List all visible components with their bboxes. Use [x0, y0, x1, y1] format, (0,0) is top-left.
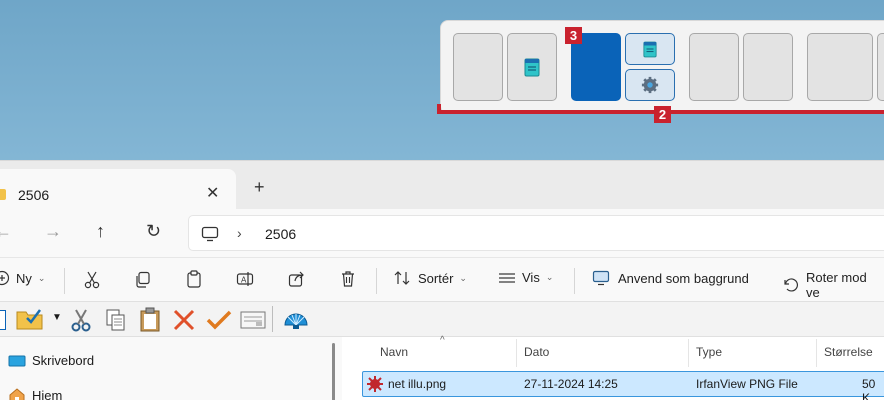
new-label: Ny	[16, 270, 32, 286]
divider	[574, 268, 575, 294]
chevron-down-icon: ⌄	[37, 272, 46, 283]
file-size: 50 K	[862, 377, 876, 400]
file-name: net illu.png	[388, 377, 447, 391]
share-icon[interactable]	[288, 270, 306, 288]
column-header-size[interactable]: Størrelse	[824, 345, 873, 359]
chevron-down-icon: ⌄	[545, 272, 554, 282]
delete-icon[interactable]	[340, 270, 356, 288]
snap-tile-quarter-b[interactable]	[877, 33, 884, 101]
column-header-name[interactable]: Navn	[380, 345, 408, 359]
rotate-left-icon	[784, 278, 799, 292]
callout-badge-2: 2	[654, 106, 671, 123]
snap-tile-settings-bottom[interactable]	[625, 69, 675, 101]
snap-tile-left-half[interactable]	[453, 33, 503, 101]
up-button[interactable]: ↑	[96, 221, 105, 242]
breadcrumb-folder[interactable]: 2506	[265, 226, 296, 242]
toolbar-edge	[0, 310, 6, 330]
wallpaper-icon	[592, 270, 610, 286]
tab-title: 2506	[18, 187, 50, 203]
dropdown-arrow-icon[interactable]: ▼	[52, 312, 62, 323]
snap-tile-third-a[interactable]	[689, 33, 739, 101]
snap-tile-notepad-top[interactable]	[625, 33, 675, 65]
forward-button[interactable]: →	[44, 221, 62, 242]
callout-bar-tick	[437, 104, 441, 114]
set-background-label: Anvend som baggrund	[618, 270, 749, 286]
sidebar-scrollbar[interactable]	[332, 343, 335, 400]
copy-icon[interactable]	[135, 271, 151, 289]
back-button[interactable]: ←	[0, 221, 12, 242]
chevron-down-icon: ⌄	[459, 272, 467, 283]
command-bar: Ny ⌄ A Sortér ⌄ Vis ⌄ Anvend som baggrun…	[0, 257, 884, 301]
irfanview-file-icon	[367, 376, 383, 392]
home-icon	[9, 388, 25, 400]
sidebar-item-desktop[interactable]: Skrivebord	[8, 353, 94, 368]
rotate-button[interactable]: Roter mod ve	[782, 270, 884, 300]
sort-label: Sortér	[418, 270, 454, 286]
gear-icon	[641, 76, 659, 94]
rotate-label: Roter mod ve	[805, 270, 867, 300]
sidebar-item-home[interactable]: Hjem	[8, 387, 62, 400]
sidebar-item-label: Hjem	[32, 387, 63, 400]
snap-layout-panel	[440, 20, 884, 114]
sort-button[interactable]: Sortér ⌄	[394, 270, 467, 286]
file-type: IrfanView PNG File	[696, 377, 798, 391]
secondary-toolbar: ▼	[0, 301, 884, 337]
file-list: ^ Navn Dato Type Størrelse net illu.png …	[342, 335, 884, 400]
snap-tile-quarter-a[interactable]	[807, 33, 873, 101]
sidebar-item-label: Skrivebord	[32, 353, 95, 368]
new-button[interactable]: Ny ⌄	[0, 270, 45, 286]
new-tab-button[interactable]: +	[254, 177, 265, 198]
column-divider	[816, 339, 817, 367]
set-background-button[interactable]: Anvend som baggrund	[592, 270, 749, 286]
notepad-icon	[524, 58, 540, 77]
column-divider	[516, 339, 517, 367]
copy-pages-icon[interactable]	[104, 308, 128, 332]
paste-icon[interactable]	[186, 270, 202, 288]
refresh-button[interactable]: ↻	[146, 221, 161, 242]
toolbar-divider	[272, 306, 273, 332]
divider	[376, 268, 377, 294]
notepad-icon	[643, 41, 657, 58]
divider	[64, 268, 65, 294]
monitor-icon	[201, 226, 219, 242]
checkmark-icon[interactable]	[206, 308, 232, 332]
rename-icon[interactable]: A	[236, 270, 254, 288]
address-bar[interactable]: › 2506	[188, 215, 884, 251]
view-list-icon	[499, 272, 515, 283]
folder-check-icon[interactable]	[16, 306, 44, 332]
shell-icon[interactable]	[282, 307, 310, 333]
close-tab-icon[interactable]: ✕	[206, 183, 219, 203]
scissors-icon[interactable]	[70, 308, 92, 332]
desktop-icon	[8, 355, 26, 366]
file-date: 27-11-2024 14:25	[524, 377, 618, 391]
properties-card-icon[interactable]	[240, 310, 266, 330]
view-button[interactable]: Vis ⌄	[498, 270, 553, 285]
navigation-pane: Skrivebord Hjem	[0, 337, 342, 400]
callout-badge-3: 3	[565, 27, 582, 44]
folder-icon	[0, 189, 6, 200]
snap-tile-third-b[interactable]	[743, 33, 793, 101]
column-divider	[688, 339, 689, 367]
cut-icon[interactable]	[84, 271, 100, 289]
svg-text:A: A	[241, 276, 247, 285]
clipboard-icon[interactable]	[138, 307, 162, 333]
sort-ascending-icon: ^	[440, 335, 445, 346]
tab-bar: 2506 ✕ +	[0, 161, 884, 209]
navigation-bar: ← → ↑ ↻ › 2506	[0, 209, 884, 257]
file-explorer-window: 2506 ✕ + ← → ↑ ↻ › 2506 Ny ⌄ A Sortér ⌄ …	[0, 160, 884, 400]
breadcrumb-chevron: ›	[237, 225, 242, 241]
column-header-date[interactable]: Dato	[524, 345, 549, 359]
snap-tile-notepad[interactable]	[507, 33, 557, 101]
plus-circle-icon	[0, 270, 10, 286]
view-label: Vis	[522, 270, 540, 285]
column-header-type[interactable]: Type	[696, 345, 722, 359]
tab-2506[interactable]: 2506 ✕	[0, 169, 236, 209]
delete-x-icon[interactable]	[172, 308, 196, 332]
sort-icon	[394, 271, 410, 285]
